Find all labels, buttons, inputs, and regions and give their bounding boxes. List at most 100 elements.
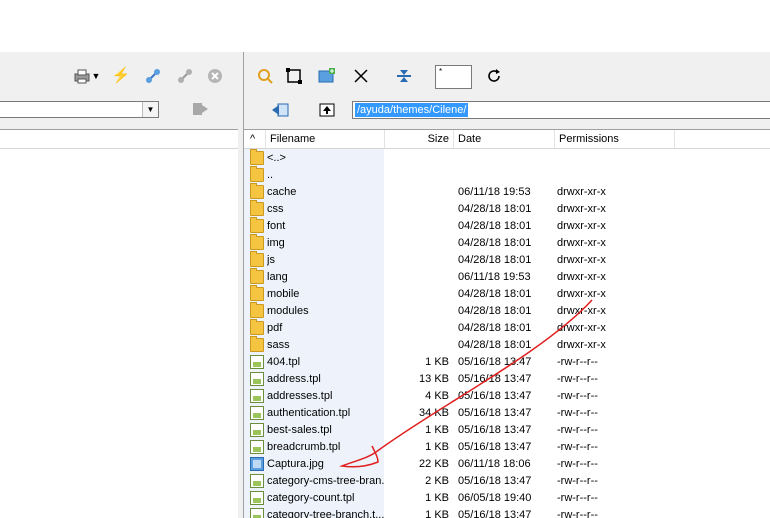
file-permissions: -rw-r--r--	[557, 373, 598, 385]
folder-row[interactable]: ..	[244, 166, 770, 184]
file-icon	[250, 355, 264, 369]
file-icon	[250, 474, 264, 488]
file-icon	[250, 423, 264, 437]
folder-icon	[250, 234, 264, 250]
file-name: img	[267, 237, 285, 249]
remote-file-list[interactable]: <..>.. cache 06/11/18 19:53 drwxr-xr-x css 04…	[244, 149, 770, 518]
file-row[interactable]: category-cms-tree-bran... 2 KB 05/16/18 13…	[244, 473, 770, 490]
file-row[interactable]: breadcrumb.tpl 1 KB 05/16/18 13:47 -rw-r--r…	[244, 439, 770, 456]
file-date: 04/28/18 18:01	[458, 288, 532, 300]
file-name: font	[267, 220, 286, 232]
file-row[interactable]: address.tpl 13 KB 05/16/18 13:47 -rw-r--r--	[244, 371, 770, 388]
file-name: breadcrumb.tpl	[267, 441, 341, 453]
file-permissions: drwxr-xr-x	[557, 322, 606, 334]
lightning-icon[interactable]: ⚡	[112, 67, 131, 85]
sort-indicator[interactable]: ^	[244, 130, 266, 148]
remote-path-input[interactable]: /ayuda/themes/Cilene/	[352, 101, 770, 119]
file-permissions: -rw-r--r--	[557, 458, 598, 470]
file-name: pdf	[267, 322, 283, 334]
stop-icon[interactable]	[206, 67, 224, 85]
folder-icon	[250, 166, 264, 182]
file-row[interactable]: 404.tpl 1 KB 05/16/18 13:47 -rw-r--r--	[244, 354, 770, 371]
file-name: sass	[267, 339, 290, 351]
folder-row[interactable]: modules 04/28/18 18:01 drwxr-xr-x	[244, 302, 770, 320]
compress-icon[interactable]	[395, 67, 413, 85]
file-size: 13 KB	[419, 373, 449, 385]
file-permissions: drwxr-xr-x	[557, 186, 606, 198]
file-row[interactable]: authentication.tpl 34 KB 05/16/18 13:47 -rw…	[244, 405, 770, 422]
file-size: 1 KB	[425, 492, 449, 504]
folder-row[interactable]: font 04/28/18 18:01 drwxr-xr-x	[244, 217, 770, 235]
chevron-down-icon[interactable]: ▼	[91, 67, 101, 85]
title-area	[0, 0, 770, 52]
file-permissions: -rw-r--r--	[557, 475, 598, 487]
folder-icon	[250, 268, 264, 284]
exit-icon[interactable]	[192, 100, 212, 118]
file-row[interactable]: best-sales.tpl 1 KB 05/16/18 13:47 -rw-r--r…	[244, 422, 770, 439]
file-icon	[250, 440, 264, 454]
file-name: best-sales.tpl	[267, 424, 332, 436]
file-icon	[250, 406, 264, 420]
file-row[interactable]: category-count.tpl 1 KB 06/05/18 19:40 -rw-…	[244, 490, 770, 507]
search-icon[interactable]	[256, 67, 274, 85]
file-date: 06/11/18 19:53	[458, 186, 531, 198]
file-date: 05/16/18 13:47	[458, 441, 532, 453]
column-permissions[interactable]: Permissions	[555, 130, 675, 148]
refresh-icon[interactable]	[485, 67, 503, 85]
file-icon	[250, 372, 264, 386]
column-date[interactable]: Date	[454, 130, 555, 148]
file-date: 05/16/18 13:47	[458, 424, 532, 436]
folder-row[interactable]: pdf 04/28/18 18:01 drwxr-xr-x	[244, 319, 770, 337]
file-date: 04/28/18 18:01	[458, 254, 532, 266]
file-name: js	[267, 254, 275, 266]
folder-icon	[250, 319, 264, 335]
file-name: addresses.tpl	[267, 390, 333, 402]
folder-row[interactable]: <..>	[244, 149, 770, 167]
folder-row[interactable]: img 04/28/18 18:01 drwxr-xr-x	[244, 234, 770, 252]
file-permissions: drwxr-xr-x	[557, 254, 606, 266]
file-permissions: drwxr-xr-x	[557, 271, 606, 283]
delete-icon[interactable]	[352, 67, 370, 85]
parent-folder-icon[interactable]	[318, 101, 336, 119]
folder-row[interactable]: js 04/28/18 18:01 drwxr-xr-x	[244, 251, 770, 269]
file-row[interactable]: addresses.tpl 4 KB 05/16/18 13:47 -rw-r--r-…	[244, 388, 770, 405]
disconnect-icon[interactable]	[176, 67, 194, 85]
folder-icon	[250, 183, 264, 199]
file-row[interactable]: category-tree-branch.t... 1 KB 05/16/18 13…	[244, 507, 770, 518]
file-name: cache	[267, 186, 297, 198]
column-filename[interactable]: Filename	[266, 130, 385, 148]
image-file-icon	[250, 457, 264, 471]
file-date: 04/28/18 18:01	[458, 305, 532, 317]
file-name: <..>	[267, 152, 286, 164]
file-date: 05/16/18 13:47	[458, 407, 532, 419]
printer-icon[interactable]	[73, 67, 91, 85]
file-permissions: -rw-r--r--	[557, 407, 598, 419]
back-icon[interactable]	[270, 101, 290, 119]
file-icon	[250, 491, 264, 505]
folder-row[interactable]: cache 06/11/18 19:53 drwxr-xr-x	[244, 183, 770, 201]
file-name: mobile	[267, 288, 300, 300]
file-row[interactable]: Captura.jpg 22 KB 06/11/18 18:06 -rw-r--r--	[244, 456, 770, 473]
chevron-down-icon[interactable]: ▼	[142, 102, 158, 117]
filter-input[interactable]: *	[435, 65, 472, 89]
folder-icon	[250, 200, 264, 216]
folder-row[interactable]: mobile 04/28/18 18:01 drwxr-xr-x	[244, 285, 770, 303]
connect-icon[interactable]	[144, 67, 162, 85]
new-folder-icon[interactable]	[318, 67, 336, 85]
folder-row[interactable]: sass 04/28/18 18:01 drwxr-xr-x	[244, 336, 770, 354]
local-path-combo[interactable]: ▼	[0, 101, 159, 118]
file-date: 05/16/18 13:47	[458, 356, 532, 368]
file-size: 22 KB	[419, 458, 449, 470]
file-date: 05/16/18 13:47	[458, 475, 532, 487]
local-file-list[interactable]	[0, 149, 238, 518]
folder-row[interactable]: css 04/28/18 18:01 drwxr-xr-x	[244, 200, 770, 218]
file-name: authentication.tpl	[267, 407, 351, 419]
folder-row[interactable]: lang 06/11/18 19:53 drwxr-xr-x	[244, 268, 770, 286]
select-icon[interactable]	[285, 67, 303, 85]
column-size[interactable]: Size	[385, 130, 454, 148]
file-name: 404.tpl	[267, 356, 301, 368]
file-date: 06/05/18 19:40	[458, 492, 532, 504]
file-permissions: -rw-r--r--	[557, 492, 598, 504]
file-size: 1 KB	[425, 509, 449, 518]
file-name: ..	[267, 169, 274, 181]
